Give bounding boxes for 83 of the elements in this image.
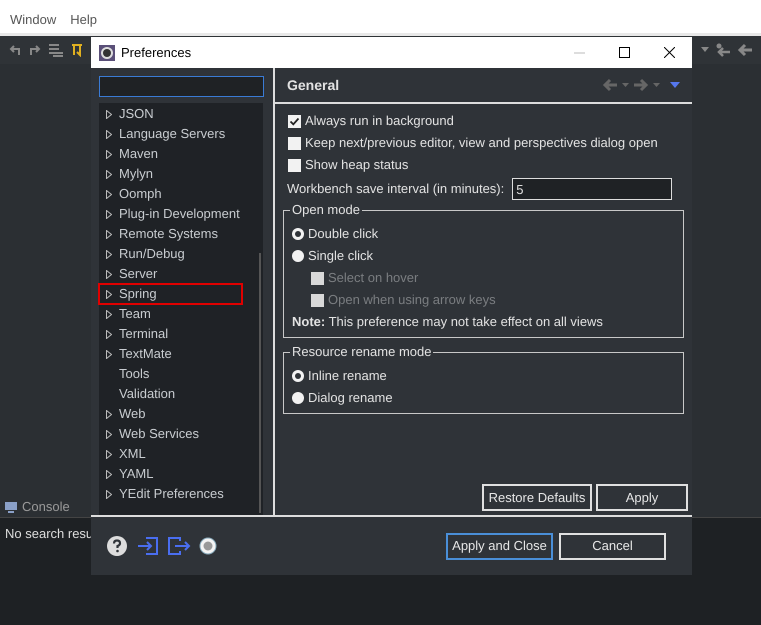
help-icon[interactable] (107, 536, 127, 556)
tree-item[interactable]: Mylyn (99, 164, 242, 184)
tree-item[interactable]: Validation (99, 384, 242, 404)
option-label: Select on hover (328, 269, 418, 288)
checkbox[interactable] (288, 158, 301, 172)
option-label: Keep next/previous editor, view and perspectives dialog open (305, 134, 658, 152)
interval-field[interactable]: 5 (512, 178, 672, 200)
tree-item[interactable]: YAML (99, 464, 242, 484)
option-label: Inline rename (308, 367, 387, 386)
tree-item[interactable]: XML (99, 444, 242, 464)
dialog-button[interactable]: Cancel (559, 532, 666, 560)
menu-item[interactable]: Window (10, 10, 56, 29)
tree-item[interactable]: Remote Systems (99, 224, 242, 244)
field-label: Workbench save interval (in minutes): (287, 180, 504, 198)
arrow-left-icon[interactable] (737, 43, 753, 57)
option-label: Dialog rename (308, 389, 393, 408)
expand-icon[interactable] (106, 450, 112, 458)
expand-icon[interactable] (106, 310, 112, 318)
radio-button[interactable] (292, 250, 304, 262)
checkbox[interactable] (288, 114, 301, 128)
menu-item[interactable]: Help (70, 10, 97, 29)
console-tab[interactable]: Console (22, 496, 70, 516)
tree-item[interactable]: Web Services (99, 424, 242, 444)
gear-icon (99, 44, 115, 60)
filter-field[interactable] (99, 76, 264, 97)
tree-item[interactable]: YEdit Preferences (99, 484, 242, 504)
expand-icon[interactable] (106, 110, 112, 118)
redo-icon[interactable] (28, 43, 42, 57)
expand-icon[interactable] (106, 470, 112, 478)
tree-item[interactable]: Web (99, 404, 242, 424)
option-label: Single click (308, 247, 374, 266)
radio-button[interactable] (292, 370, 304, 382)
dialog-button[interactable]: Restore Defaults (482, 484, 592, 511)
expand-icon[interactable] (106, 210, 112, 218)
expand-icon[interactable] (106, 170, 112, 178)
expand-icon[interactable] (106, 350, 112, 358)
tree-item[interactable]: Language Servers (99, 124, 242, 144)
note-text: Note: This preference may not take effect on all views (292, 313, 603, 332)
tree-item[interactable]: Maven (99, 144, 242, 164)
expand-icon[interactable] (106, 430, 112, 438)
tree-item[interactable]: Server (99, 264, 242, 284)
export-icon[interactable] (167, 536, 191, 556)
radio-button[interactable] (292, 228, 304, 240)
option-label: Show heap status (305, 156, 408, 174)
expand-icon[interactable] (106, 250, 112, 258)
expand-icon[interactable] (106, 130, 112, 138)
dialog-button[interactable]: Apply and Close (446, 532, 553, 560)
tree-item[interactable]: Tools (99, 364, 242, 384)
console-icon (4, 500, 18, 512)
group-legend: Open mode (290, 202, 362, 218)
caret-icon[interactable] (701, 47, 709, 53)
undo-icon[interactable] (8, 43, 22, 57)
tree-item[interactable]: Team (99, 304, 242, 324)
import-icon[interactable] (137, 536, 159, 556)
expand-icon[interactable] (106, 410, 112, 418)
tree-item[interactable]: TextMate (99, 344, 242, 364)
list-icon[interactable] (48, 43, 64, 57)
radio-button[interactable] (292, 392, 304, 404)
expand-icon[interactable] (106, 230, 112, 238)
close-icon[interactable] (664, 47, 675, 58)
page-title: General (287, 76, 340, 94)
dialog-button[interactable]: Apply (596, 484, 688, 511)
expand-icon[interactable] (106, 330, 112, 338)
tree-item[interactable]: Oomph (99, 184, 242, 204)
tree-item[interactable]: Spring (99, 284, 242, 304)
menu-caret-icon[interactable] (670, 82, 680, 88)
tree-item[interactable]: Run/Debug (99, 244, 242, 264)
tree-item[interactable]: Plug-in Development (99, 204, 242, 224)
expand-icon[interactable] (106, 290, 112, 298)
tree-item[interactable]: Terminal (99, 324, 242, 344)
expand-icon[interactable] (106, 190, 112, 198)
maximize-icon[interactable] (619, 47, 630, 58)
option-label: Double click (308, 225, 378, 244)
option-label: Always run in background (305, 112, 454, 130)
record-icon[interactable] (199, 537, 217, 555)
expand-icon[interactable] (106, 270, 112, 278)
back-icon[interactable] (715, 43, 731, 57)
window-title: Preferences (121, 44, 192, 62)
expand-icon[interactable] (106, 490, 112, 498)
expand-icon[interactable] (106, 150, 112, 158)
checkbox[interactable] (288, 136, 301, 150)
tree-item[interactable]: JSON (99, 104, 242, 124)
option-label: Open when using arrow keys (328, 291, 496, 310)
